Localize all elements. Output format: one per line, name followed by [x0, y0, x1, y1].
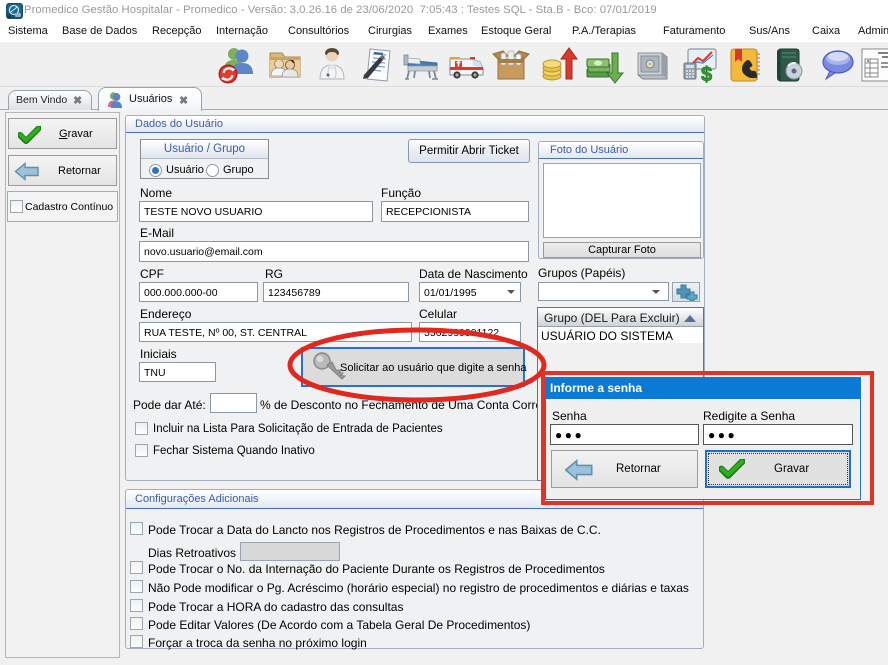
svg-text:$: $ — [701, 64, 712, 85]
